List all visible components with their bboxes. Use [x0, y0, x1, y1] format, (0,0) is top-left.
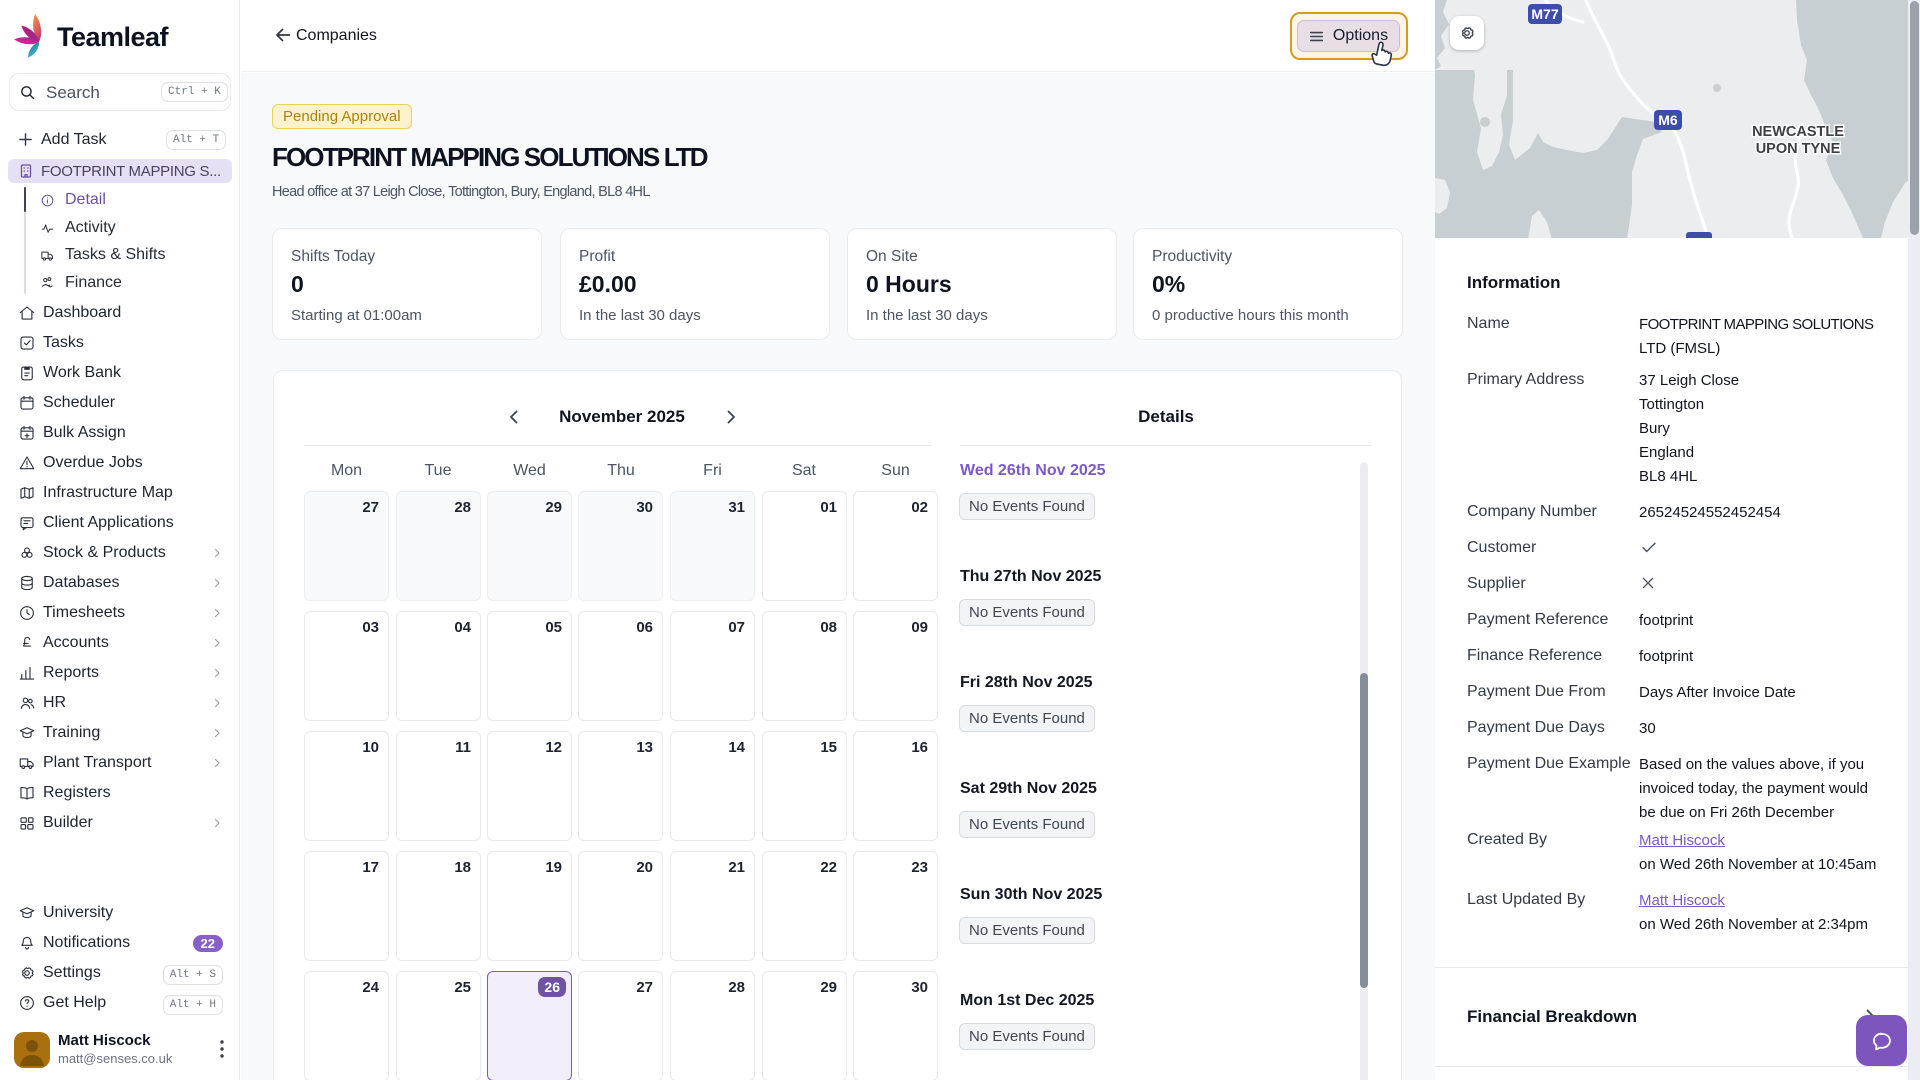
svg-text:UPON TYNE: UPON TYNE — [1756, 141, 1841, 157]
svg-text:NEWCASTLE: NEWCASTLE — [1752, 124, 1844, 140]
svg-text:M77: M77 — [1531, 6, 1558, 22]
svg-text:M6: M6 — [1658, 112, 1678, 128]
